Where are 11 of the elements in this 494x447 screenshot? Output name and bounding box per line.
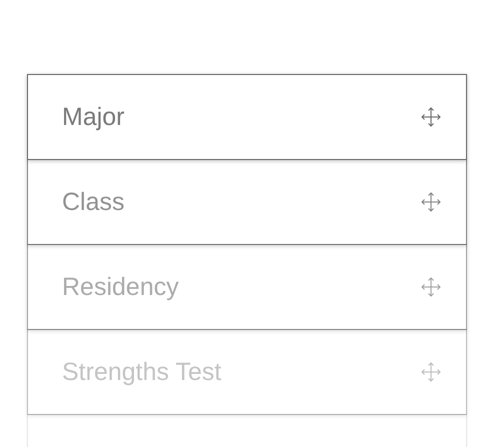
- list-item[interactable]: Residency: [27, 244, 467, 330]
- list-item[interactable]: Class: [27, 159, 467, 245]
- item-label: Strengths Test: [62, 358, 222, 386]
- list-item[interactable]: Strengths Test: [27, 329, 467, 415]
- item-label: Major: [62, 102, 125, 132]
- list-item[interactable]: Major: [27, 74, 467, 160]
- item-label: Class: [62, 188, 125, 216]
- move-icon[interactable]: [420, 106, 442, 128]
- move-icon[interactable]: [420, 276, 442, 298]
- move-icon[interactable]: [420, 191, 442, 213]
- item-label: Residency: [62, 272, 179, 302]
